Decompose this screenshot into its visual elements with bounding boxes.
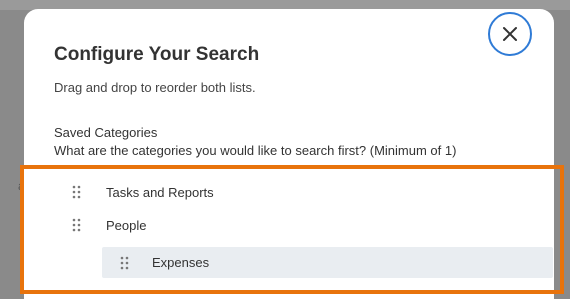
drag-handle-icon[interactable] [72,185,82,199]
category-item-label: People [106,217,147,233]
close-button[interactable] [488,12,532,56]
saved-categories-question: What are the categories you would like t… [54,143,457,158]
category-item-label: Expenses [152,255,210,270]
drag-handle-icon[interactable] [120,256,130,270]
dialog-title: Configure Your Search [54,44,260,65]
close-icon [503,27,517,41]
category-item-expenses[interactable]: Expenses [102,247,553,278]
drag-handle-icon[interactable] [72,218,82,232]
category-item-tasks-and-reports[interactable]: Tasks and Reports [72,181,214,203]
category-item-label: Tasks and Reports [106,184,214,200]
category-item-people[interactable]: People [72,214,146,236]
saved-categories-label: Saved Categories [54,125,158,140]
dialog-subtitle: Drag and drop to reorder both lists. [54,80,256,95]
